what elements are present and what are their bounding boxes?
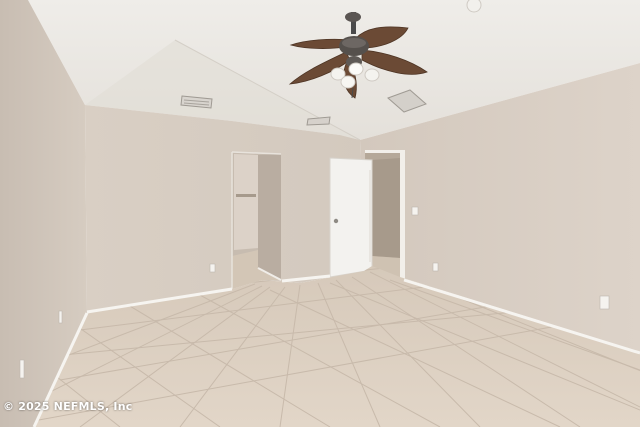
outlet: [599, 295, 610, 310]
light-bulb: [364, 68, 380, 82]
hallway-back: [234, 154, 258, 250]
outlet: [209, 263, 216, 273]
outlet: [58, 310, 63, 324]
smoke-detector: [466, 0, 482, 13]
room-photo: [0, 0, 640, 427]
light-bulb: [348, 62, 364, 76]
hallway-side-wall: [258, 154, 281, 280]
watermark: © 2025 NEFMLS, Inc: [3, 400, 133, 413]
door-knob: [333, 218, 339, 224]
light-switch: [411, 206, 419, 216]
open-door: [329, 157, 373, 278]
light-bulb: [340, 75, 356, 89]
outlet: [19, 359, 25, 379]
closet-interior: [372, 158, 400, 258]
fan-canopy: [345, 12, 361, 22]
outlet: [432, 262, 439, 272]
